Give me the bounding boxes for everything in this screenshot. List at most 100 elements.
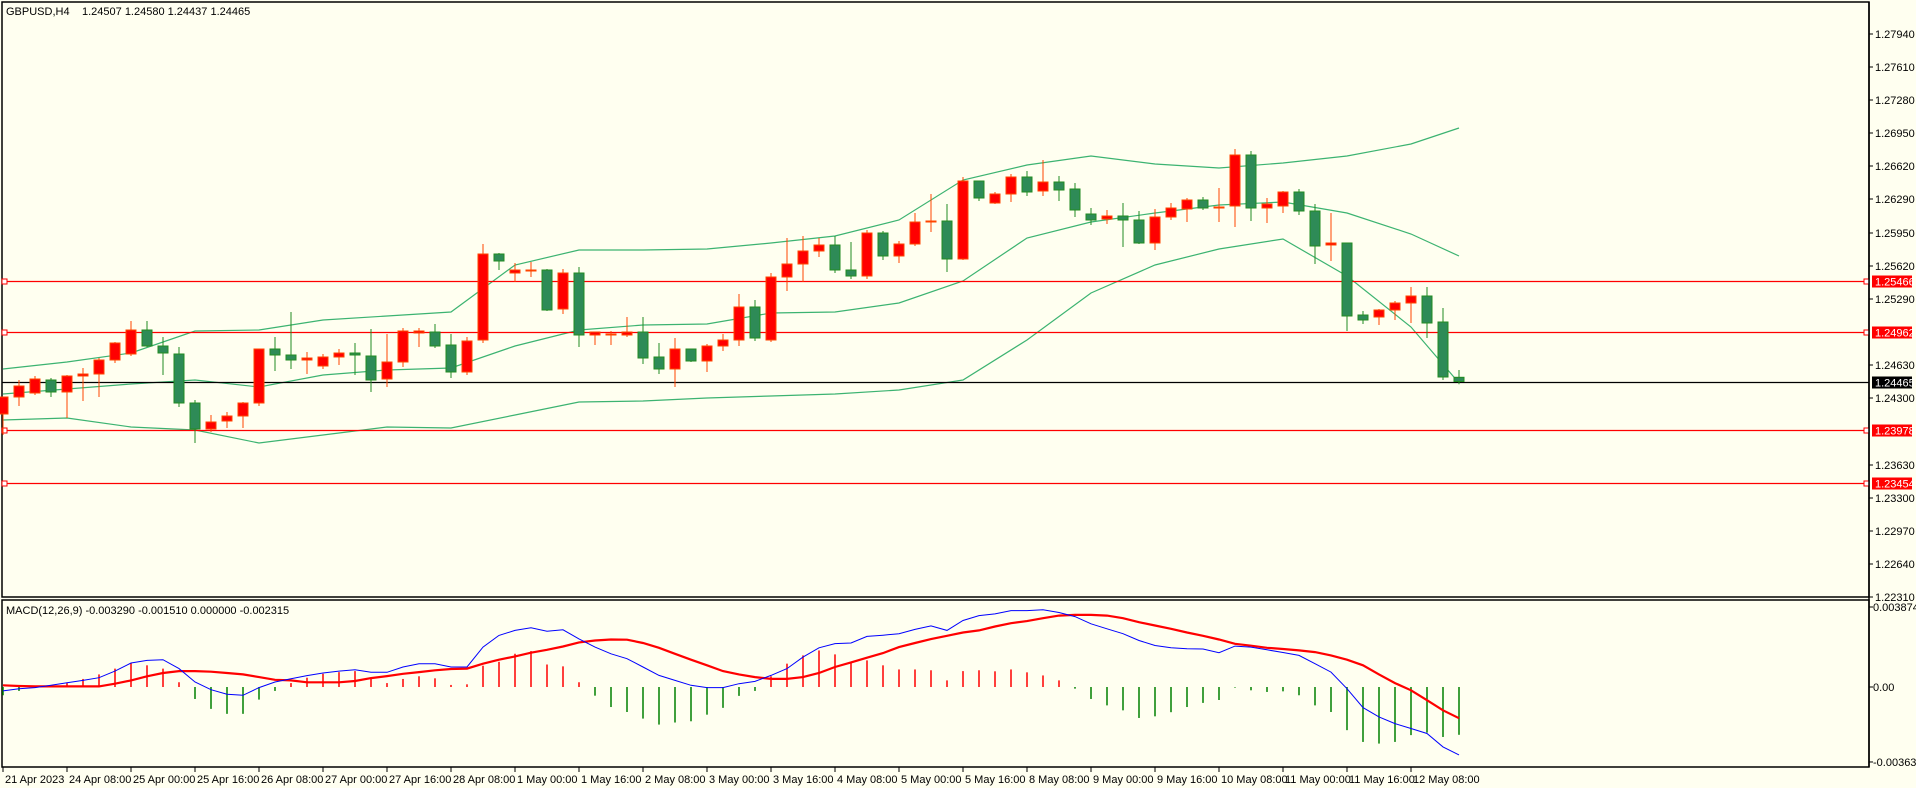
bull-candle: [989, 192, 1001, 204]
candle-body: [93, 359, 105, 375]
bear-candle: [1293, 189, 1305, 215]
candle-body: [317, 356, 329, 367]
price-tick-label: 1.26950: [1875, 128, 1915, 140]
level-handle-left[interactable]: [1, 278, 8, 285]
candle-body: [1389, 302, 1401, 311]
candle-body: [285, 354, 297, 361]
candle-body: [477, 253, 489, 341]
candle-body: [717, 339, 729, 347]
candle-body: [1021, 176, 1033, 193]
candle-body: [381, 361, 393, 380]
bull-candle: [477, 244, 489, 343]
time-tick-label: 11 May 16:00: [1349, 774, 1415, 786]
bear-candle: [685, 348, 697, 362]
candle-body: [1341, 242, 1353, 317]
candle-body: [269, 348, 281, 356]
candle-body: [1005, 176, 1017, 195]
candle-body: [797, 250, 809, 265]
level-handle-left[interactable]: [1, 329, 8, 336]
price-tick-label: 1.22640: [1875, 559, 1915, 571]
candle-body: [1101, 215, 1113, 220]
candle-body: [237, 402, 249, 417]
macd-tick-label: 0.00: [1873, 682, 1894, 694]
price-tick-label: 1.24630: [1875, 360, 1915, 372]
candle-body: [333, 352, 345, 358]
candle-body: [349, 352, 361, 356]
candle-body: [605, 333, 617, 336]
price-tick-label: 1.27940: [1875, 29, 1915, 41]
candle-body: [733, 306, 745, 341]
candle-body: [653, 356, 665, 370]
candle-body: [13, 385, 25, 398]
price-tick-label: 1.25950: [1875, 228, 1915, 240]
candle-body: [1405, 295, 1417, 304]
candle-body: [1229, 154, 1241, 207]
symbol-timeframe: GBPUSD,H4: [6, 6, 70, 18]
candle-body: [1165, 207, 1177, 218]
candle-body: [557, 272, 569, 310]
candle-body: [621, 331, 633, 336]
candle-body: [173, 353, 185, 404]
candle-body: [845, 269, 857, 277]
trading-chart[interactable]: 1.25466 1.24962 1.23978 1.23454 1.24465 1.27…: [0, 0, 1916, 788]
macd-tick-label: -0.003631: [1873, 757, 1916, 769]
time-tick-label: 5 May 00:00: [901, 774, 962, 786]
candle-body: [29, 378, 41, 394]
bull-candle: [29, 376, 41, 395]
candle-body: [1421, 295, 1433, 324]
candle-body: [189, 402, 201, 430]
candle-body: [909, 221, 921, 245]
level-price-label: 1.25466: [1875, 277, 1915, 289]
time-tick-label: 3 May 16:00: [773, 774, 834, 786]
candle-body: [0, 396, 9, 415]
price-tick-label: 1.25290: [1875, 294, 1915, 306]
bull-candle: [397, 328, 409, 367]
time-tick-label: 9 May 16:00: [1157, 774, 1218, 786]
bear-candle: [573, 267, 585, 347]
time-tick-label: 24 Apr 08:00: [69, 774, 131, 786]
candle-body: [365, 355, 377, 381]
time-tick-label: 25 Apr 00:00: [133, 774, 195, 786]
bull-candle: [957, 177, 969, 260]
candle-body: [1261, 203, 1273, 209]
candle-body: [701, 345, 713, 362]
level-handle-left[interactable]: [1, 480, 8, 487]
candle-body: [1437, 321, 1449, 378]
candle-body: [1245, 154, 1257, 209]
candle-body: [1309, 210, 1321, 247]
candle-body: [1085, 213, 1097, 221]
level-price-label: 1.24962: [1875, 328, 1915, 340]
price-tick-label: 1.27280: [1875, 95, 1915, 107]
price-tick-label: 1.22970: [1875, 526, 1915, 538]
bull-candle: [253, 348, 265, 406]
time-tick-label: 2 May 08:00: [645, 774, 706, 786]
candle-body: [397, 330, 409, 363]
candle-body: [445, 344, 457, 373]
candle-body: [957, 180, 969, 260]
time-tick-label: 9 May 00:00: [1093, 774, 1154, 786]
bull-candle: [861, 230, 873, 279]
candle-body: [765, 276, 777, 341]
candle-body: [1325, 242, 1337, 246]
candle-body: [1277, 191, 1289, 207]
price-tick-label: 1.26290: [1875, 194, 1915, 206]
candle-body: [877, 232, 889, 257]
time-tick-label: 3 May 00:00: [709, 774, 770, 786]
candle-body: [669, 348, 681, 370]
candle-body: [541, 269, 553, 311]
bull-candle: [461, 337, 473, 375]
candle-body: [61, 375, 73, 393]
time-tick-label: 25 Apr 16:00: [197, 774, 259, 786]
bear-candle: [973, 180, 985, 201]
candle-body: [1117, 215, 1129, 221]
bull-candle: [765, 273, 777, 342]
candle-body: [1053, 181, 1065, 191]
time-tick-label: 4 May 08:00: [837, 774, 898, 786]
time-tick-label: 28 Apr 08:00: [453, 774, 515, 786]
macd-label: MACD(12,26,9) -0.003290 -0.001510 0.0000…: [6, 605, 289, 617]
candle-body: [125, 329, 137, 355]
candle-body: [493, 253, 505, 262]
candle-body: [157, 345, 169, 354]
price-tick-label: 1.27610: [1875, 62, 1915, 74]
candle-body: [253, 348, 265, 404]
